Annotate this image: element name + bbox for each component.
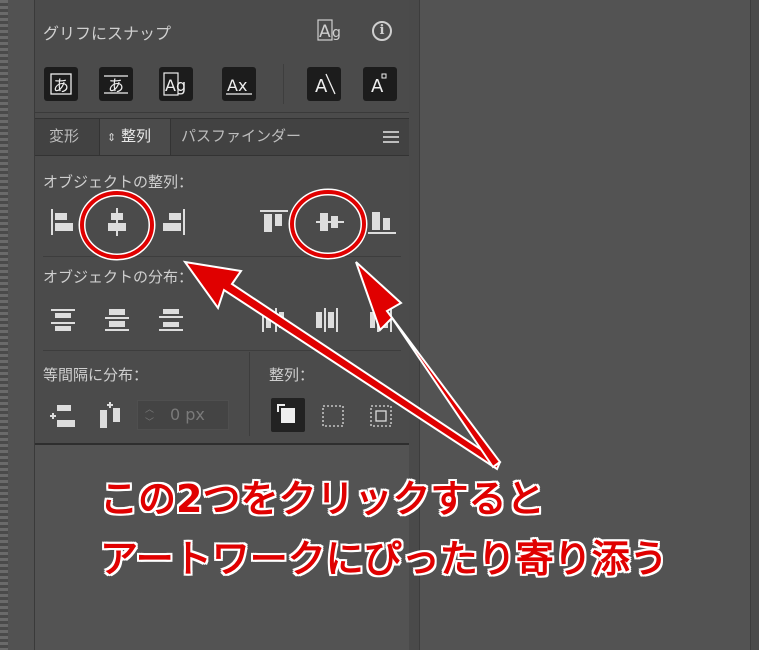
annotation-arrow-left: [182, 260, 502, 471]
annotation-line-1: この2つをクリックすると: [100, 477, 545, 521]
annotation-line-2: アートワークにぴったり寄り添う: [100, 537, 668, 581]
highlight-circle-horizontal-center: [80, 191, 154, 259]
highlight-circle-vertical-center: [290, 190, 366, 258]
annotation-arrow-right: [355, 261, 502, 469]
